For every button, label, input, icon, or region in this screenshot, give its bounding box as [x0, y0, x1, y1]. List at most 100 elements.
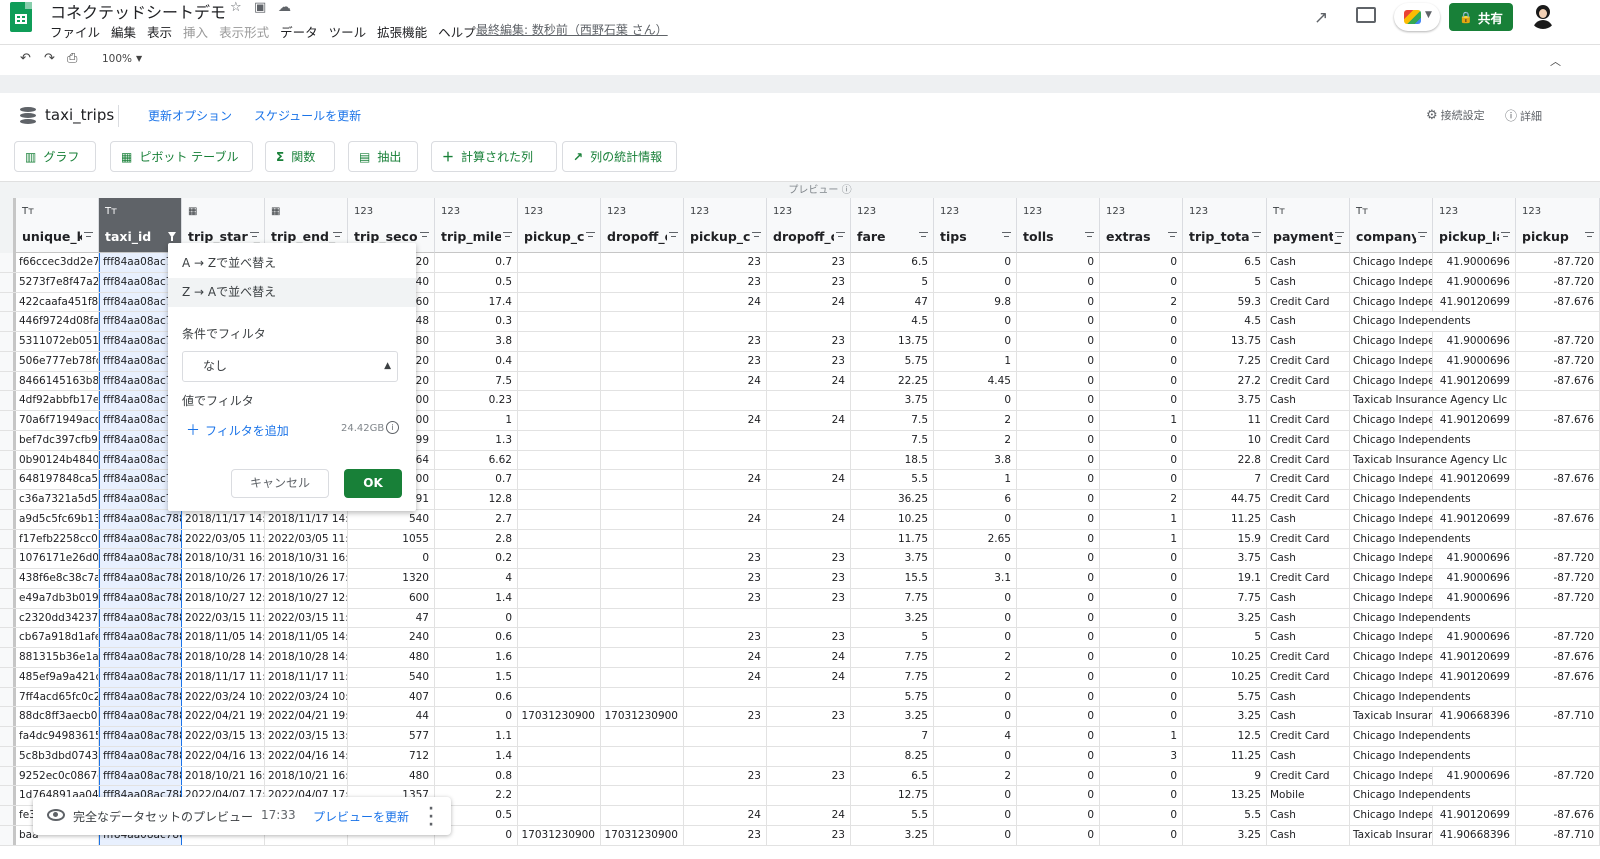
- cell-dropoff_ce[interactable]: [601, 549, 684, 568]
- column-header-dropoff_ce[interactable]: 123 dropoff_ce: [601, 198, 684, 253]
- cell-tips[interactable]: 0: [934, 391, 1017, 410]
- cell-pickup_co[interactable]: [684, 687, 767, 707]
- cell-trip_total[interactable]: 59.3: [1183, 292, 1267, 312]
- cell-dropoff_ce[interactable]: [601, 529, 684, 549]
- cell-payment_t[interactable]: Cash: [1267, 825, 1350, 845]
- filter-icon[interactable]: [248, 231, 262, 241]
- cell-pickup_ce[interactable]: [518, 746, 601, 766]
- cell-pickup_co[interactable]: 24: [684, 509, 767, 529]
- cell-unique_ke[interactable]: 1076171e26d0e: [16, 549, 99, 568]
- cell-dropoff_cc[interactable]: 24: [767, 292, 851, 312]
- datasource-button-4[interactable]: ＋ 計算された列: [431, 141, 557, 172]
- cell-unique_ke[interactable]: 9252ec0c0867d: [16, 766, 99, 786]
- cell-tolls[interactable]: 0: [1017, 351, 1100, 371]
- cell-dropoff_cc[interactable]: 24: [767, 648, 851, 667]
- cell-trip_miles[interactable]: 6.62: [435, 450, 518, 470]
- column-header-payment_t[interactable]: Tт payment_t: [1267, 198, 1350, 253]
- cell-trip_miles[interactable]: 0.4: [435, 351, 518, 371]
- cell-dropoff_ce[interactable]: [601, 371, 684, 391]
- star-icon[interactable]: ☆: [230, 0, 242, 15]
- cell-company[interactable]: Chicago Indeper: [1350, 470, 1433, 489]
- row-header[interactable]: [0, 332, 16, 351]
- cell-payment_t[interactable]: Cash: [1267, 253, 1350, 272]
- cell-pickup_co[interactable]: [684, 529, 767, 549]
- cell-pickup_co[interactable]: 24: [684, 470, 767, 489]
- cell-pickup_ce[interactable]: [518, 253, 601, 272]
- cell-pickup_co[interactable]: [684, 608, 767, 628]
- cell-trip_end_t[interactable]: 2022/03/15 11:3: [265, 608, 348, 628]
- cell-taxi_id[interactable]: fff84aa08ac788: [99, 529, 182, 549]
- cell-extras[interactable]: 0: [1100, 667, 1183, 687]
- cell-pickup_co[interactable]: 24: [684, 648, 767, 667]
- cell-payment_t[interactable]: Cash: [1267, 746, 1350, 766]
- cell-unique_ke[interactable]: 8466145163b87: [16, 371, 99, 391]
- cell-dropoff_cc[interactable]: [767, 727, 851, 746]
- menu-item[interactable]: ツール: [329, 22, 367, 40]
- cell-dropoff_ce[interactable]: [601, 786, 684, 805]
- cell-company[interactable]: Chicago Indeper: [1350, 253, 1433, 272]
- cell-trip_total[interactable]: 13.25: [1183, 786, 1267, 805]
- cell-trip_total[interactable]: 3.25: [1183, 608, 1267, 628]
- cell-company[interactable]: Taxicab Insurance Agency Llc: [1350, 450, 1516, 470]
- cell-pickup_co[interactable]: [684, 312, 767, 331]
- cell-trip_total[interactable]: 7: [1183, 470, 1267, 489]
- cell-trip_miles[interactable]: 0.3: [435, 312, 518, 331]
- cell-dropoff_cc[interactable]: 23: [767, 332, 851, 351]
- row-header[interactable]: [0, 411, 16, 430]
- cell-dropoff_cc[interactable]: 24: [767, 509, 851, 529]
- cell-tolls[interactable]: 0: [1017, 667, 1100, 687]
- cell-tolls[interactable]: 0: [1017, 628, 1100, 647]
- cancel-button[interactable]: キャンセル: [231, 469, 329, 498]
- cell-tolls[interactable]: 0: [1017, 509, 1100, 529]
- cell-dropoff_cc[interactable]: 23: [767, 707, 851, 726]
- cell-trip_total[interactable]: 12.5: [1183, 727, 1267, 746]
- cell-trip_total[interactable]: 6.5: [1183, 253, 1267, 272]
- cell-payment_t[interactable]: Credit Card: [1267, 430, 1350, 450]
- cell-tips[interactable]: 0: [934, 332, 1017, 351]
- cell-unique_ke[interactable]: cb67a918d1afe1: [16, 628, 99, 647]
- datasource-button-3[interactable]: ▤ 抽出: [348, 141, 418, 172]
- cell-pickup_ce[interactable]: [518, 806, 601, 825]
- cell-dropoff_ce[interactable]: 17031230900: [601, 825, 684, 845]
- row-header[interactable]: [0, 766, 16, 786]
- filter-icon[interactable]: [418, 231, 432, 241]
- cell-dropoff_ce[interactable]: [601, 490, 684, 509]
- cell-extras[interactable]: 0: [1100, 648, 1183, 667]
- cell-company[interactable]: Chicago Indeper: [1350, 766, 1433, 786]
- cell-dropoff_cc[interactable]: [767, 608, 851, 628]
- cell-company[interactable]: Chicago Independents: [1350, 608, 1516, 628]
- cell-extras[interactable]: 1: [1100, 411, 1183, 430]
- cell-fare[interactable]: 4.5: [851, 312, 934, 331]
- cell-payment_t[interactable]: Cash: [1267, 806, 1350, 825]
- last-edit-link[interactable]: 最終編集: 数秒前（西野石葉 さん）: [476, 21, 668, 38]
- cell-company[interactable]: Chicago Indeper: [1350, 667, 1433, 687]
- cell-payment_t[interactable]: Mobile: [1267, 786, 1350, 805]
- cell-dropoff_cc[interactable]: 23: [767, 825, 851, 845]
- cell-dropoff_cc[interactable]: 24: [767, 371, 851, 391]
- menu-item[interactable]: ファイル: [50, 22, 100, 40]
- cell-payment_t[interactable]: Cash: [1267, 272, 1350, 292]
- cell-trip_end_t[interactable]: 2022/04/21 19:1: [265, 707, 348, 726]
- cell-fare[interactable]: 7.75: [851, 667, 934, 687]
- cell-pickup_ce[interactable]: [518, 312, 601, 331]
- cell-tips[interactable]: 4.45: [934, 371, 1017, 391]
- cell-fare[interactable]: 6.5: [851, 766, 934, 786]
- schedule-refresh-link[interactable]: スケジュールを更新: [254, 107, 361, 124]
- cell-dropoff_ce[interactable]: [601, 509, 684, 529]
- cell-extras[interactable]: 0: [1100, 253, 1183, 272]
- cell-trip_start_[interactable]: 2022/04/16 13:4: [182, 746, 265, 766]
- cell-payment_t[interactable]: Credit Card: [1267, 490, 1350, 509]
- cell-trip_secon[interactable]: 712: [348, 746, 435, 766]
- cell-dropoff_cc[interactable]: 23: [767, 569, 851, 588]
- row-header[interactable]: [0, 549, 16, 568]
- cell-fare[interactable]: 8.25: [851, 746, 934, 766]
- cell-fare[interactable]: 7.5: [851, 411, 934, 430]
- cell-payment_t[interactable]: Cash: [1267, 687, 1350, 707]
- cell-tips[interactable]: 0: [934, 806, 1017, 825]
- cell-trip_secon[interactable]: 0: [348, 549, 435, 568]
- cell-tolls[interactable]: 0: [1017, 430, 1100, 450]
- cell-tolls[interactable]: 0: [1017, 608, 1100, 628]
- row-header[interactable]: [0, 648, 16, 667]
- ok-button[interactable]: OK: [344, 469, 402, 498]
- row-header[interactable]: [0, 391, 16, 410]
